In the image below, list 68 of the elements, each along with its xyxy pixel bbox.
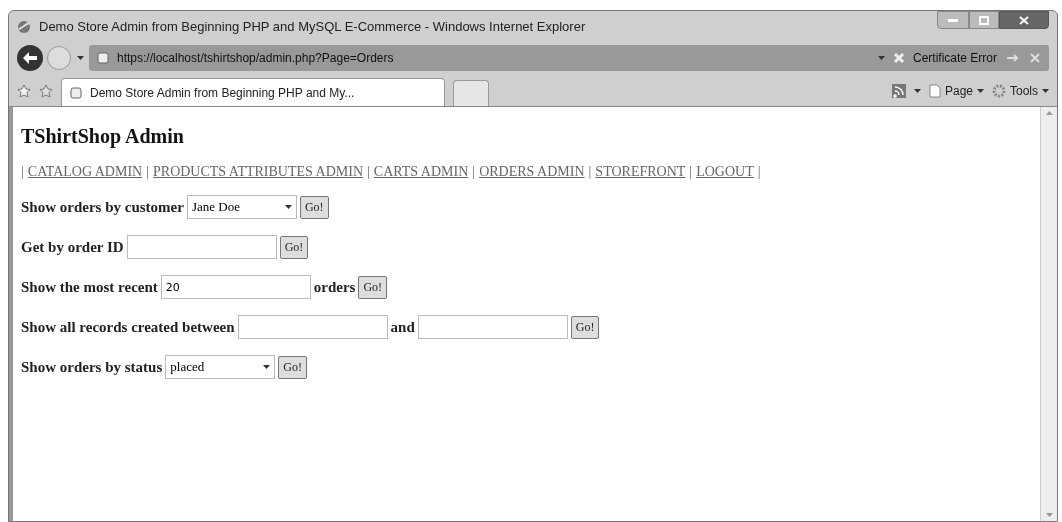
field-label: Show orders by status	[21, 357, 163, 377]
gear-icon	[992, 84, 1006, 98]
back-arrow-icon	[23, 52, 37, 64]
close-icon	[1019, 15, 1029, 25]
url-text: https://localhost/tshirtshop/admin.php?Page=Orders	[117, 50, 394, 67]
go-button[interactable]: Go!	[279, 235, 309, 259]
scroll-up-icon[interactable]	[1045, 111, 1053, 115]
field-label: Get by order ID	[21, 237, 124, 257]
caret-icon	[284, 205, 292, 209]
nav-separator: |	[146, 163, 149, 181]
stop-icon[interactable]	[1029, 52, 1041, 64]
maximize-button[interactable]	[969, 11, 999, 29]
nav-separator: |	[472, 163, 476, 181]
page-menu[interactable]: Page	[928, 82, 984, 100]
tools-menu[interactable]: Tools	[992, 82, 1049, 100]
dropdown[interactable]: Jane Doe	[186, 195, 297, 219]
go-button[interactable]: Go!	[570, 315, 600, 339]
go-button[interactable]: Go!	[358, 275, 388, 299]
caret-icon	[76, 56, 84, 60]
minimize-button[interactable]	[937, 11, 969, 29]
browser-logo-icon	[17, 20, 31, 34]
text-field[interactable]	[417, 315, 568, 339]
go-button[interactable]: Go!	[278, 355, 307, 379]
page-icon	[928, 84, 941, 98]
back-button[interactable]	[17, 45, 43, 71]
new-tab-button[interactable]	[453, 80, 489, 106]
page-icon	[97, 52, 109, 64]
nav-separator: |	[367, 163, 370, 181]
close-button[interactable]	[999, 11, 1049, 29]
field-label: Show orders by customer	[21, 197, 184, 217]
nav-separator: |	[21, 163, 24, 181]
nav-link[interactable]: PRODUCTS ATTRIBUTES ADMIN	[153, 161, 364, 182]
caret-icon	[977, 89, 984, 93]
go-button[interactable]: Go!	[299, 195, 329, 219]
scrollbar[interactable]	[1040, 107, 1057, 521]
caret-icon	[1042, 89, 1049, 93]
caret-icon	[913, 89, 921, 93]
minimize-icon	[948, 18, 958, 22]
maximize-icon	[979, 15, 989, 25]
feed-icon[interactable]	[891, 84, 906, 98]
certificate-error[interactable]: Certificate Error	[912, 49, 997, 67]
favorites-star-icon[interactable]	[17, 84, 31, 98]
page-heading: TShirtShop Admin	[21, 124, 185, 149]
scroll-down-icon[interactable]	[1045, 513, 1053, 517]
add-favorites-icon[interactable]	[39, 84, 53, 98]
field-label: Show all records created between	[21, 317, 235, 337]
page-icon	[70, 86, 82, 99]
nav-separator: |	[689, 163, 693, 181]
browser-tab[interactable]: Demo Store Admin from Beginning PHP and My...	[61, 78, 445, 106]
field-label: Show the most recent	[21, 277, 158, 297]
dropdown[interactable]: placed	[165, 355, 276, 379]
text-field[interactable]	[126, 235, 277, 259]
field-label: and	[390, 317, 415, 337]
caret-icon	[263, 365, 271, 369]
nav-link[interactable]: STOREFRONT	[595, 161, 686, 182]
address-bar[interactable]: https://localhost/tshirtshop/admin.php?Page=Orders Certificate Error	[89, 45, 1049, 71]
nav-link[interactable]: CATALOG ADMIN	[27, 161, 143, 182]
nav-link[interactable]: ORDERS ADMIN	[479, 161, 585, 182]
caret-icon	[877, 56, 885, 60]
text-field[interactable]: 20	[160, 275, 311, 299]
nav-separator: |	[757, 163, 761, 181]
window-title: Demo Store Admin from Beginning PHP and MySQL E-Commerce - Windows Internet Explorer	[39, 18, 586, 37]
field-label: orders	[313, 277, 356, 297]
nav-separator: |	[588, 163, 592, 181]
text-field[interactable]	[237, 315, 388, 339]
nav-link[interactable]: LOGOUT	[696, 161, 754, 182]
nav-link[interactable]: CARTS ADMIN	[373, 161, 469, 182]
error-icon	[892, 52, 905, 64]
